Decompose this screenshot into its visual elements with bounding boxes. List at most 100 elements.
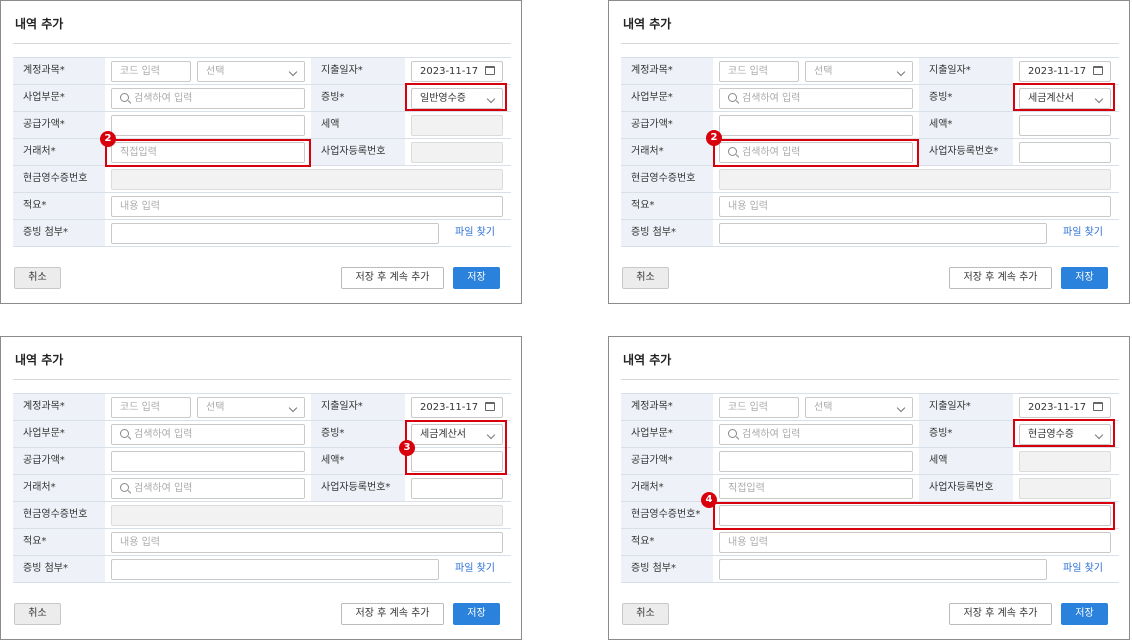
save-button[interactable]: 저장 [1061,603,1108,625]
calendar-icon[interactable] [485,66,495,75]
evidence-value: 현금영수증 [1028,429,1074,440]
account-select-value: 선택 [206,402,225,413]
evidence-select[interactable]: 현금영수증 [1019,424,1111,445]
division-placeholder: 검색하여 입력 [134,429,193,440]
save-button[interactable]: 저장 [1061,267,1108,289]
date-input[interactable]: 2023-11-17 [411,61,503,82]
calendar-icon[interactable] [485,402,495,411]
row-supply-tax: 공급가액* 세액* [621,112,1119,139]
division-search-input[interactable]: 검색하여 입력 [111,424,305,445]
supply-amount-input[interactable] [719,451,913,472]
date-input[interactable]: 2023-11-17 [411,397,503,418]
account-select[interactable]: 선택 [805,397,913,418]
attach-input[interactable] [719,223,1047,244]
label-vendor: 거래처* [13,139,105,165]
attach-input[interactable] [111,223,439,244]
date-value: 2023-11-17 [420,402,479,413]
save-continue-button[interactable]: 저장 후 계속 추가 [341,603,444,625]
cashno-input[interactable] [719,505,1111,526]
find-file-link[interactable]: 파일 찾기 [455,556,495,582]
dialog-title: 내역 추가 [15,17,64,31]
panel-tax-invoice-tax: 내역 추가 계정과목* 코드 입력 선택 지출일자* 2023-11-17 사업… [0,336,522,640]
account-code-input[interactable]: 코드 입력 [111,397,191,418]
dialog-title: 내역 추가 [15,353,64,367]
step-badge: 2 [100,131,116,147]
label-division: 사업부문* [621,85,713,111]
chevron-down-icon [1094,94,1104,104]
account-select[interactable]: 선택 [197,397,305,418]
evidence-select[interactable]: 일반영수증 [411,88,503,109]
bizno-input[interactable] [411,478,503,499]
label-bizno: 사업자등록번호* [311,475,405,501]
dialog-title: 내역 추가 [623,353,672,367]
account-code-input[interactable]: 코드 입력 [719,61,799,82]
label-supply: 공급가액* [13,112,105,138]
label-attach: 증빙 첨부* [13,556,105,582]
memo-input[interactable]: 내용 입력 [111,532,503,553]
row-attach: 증빙 첨부* 파일 찾기 [13,220,511,247]
search-icon [728,429,737,438]
evidence-select[interactable]: 세금계산서 [411,424,503,445]
evidence-value: 세금계산서 [1028,93,1074,104]
evidence-select[interactable]: 세금계산서 [1019,88,1111,109]
vendor-input[interactable]: 직접입력 [719,478,913,499]
row-attach: 증빙 첨부* 파일 찾기 [621,556,1119,583]
label-tax: 세액 [311,112,405,138]
supply-amount-input[interactable] [719,115,913,136]
tax-input[interactable] [411,451,503,472]
find-file-link[interactable]: 파일 찾기 [1063,556,1103,582]
vendor-search-input[interactable]: 검색하여 입력 [719,142,913,163]
label-supply: 공급가액* [621,112,713,138]
division-search-input[interactable]: 검색하여 입력 [719,88,913,109]
cashno-input [719,169,1111,190]
account-select[interactable]: 선택 [805,61,913,82]
division-search-input[interactable]: 검색하여 입력 [111,88,305,109]
cancel-button[interactable]: 취소 [14,267,61,289]
find-file-link[interactable]: 파일 찾기 [1063,220,1103,246]
evidence-value: 일반영수증 [420,93,466,104]
attach-input[interactable] [111,559,439,580]
cancel-button[interactable]: 취소 [14,603,61,625]
supply-amount-input[interactable] [111,115,305,136]
entry-form: 계정과목* 코드 입력 선택 지출일자* 2023-11-17 사업부문* 검색… [621,57,1119,247]
save-continue-button[interactable]: 저장 후 계속 추가 [341,267,444,289]
search-icon [120,429,129,438]
label-memo: 적요* [621,193,713,219]
vendor-search-input[interactable]: 검색하여 입력 [111,478,305,499]
search-icon [728,93,737,102]
calendar-icon[interactable] [1093,402,1103,411]
save-continue-button[interactable]: 저장 후 계속 추가 [949,267,1052,289]
account-select[interactable]: 선택 [197,61,305,82]
account-code-input[interactable]: 코드 입력 [719,397,799,418]
save-button[interactable]: 저장 [453,267,500,289]
save-continue-button[interactable]: 저장 후 계속 추가 [949,603,1052,625]
tax-input[interactable] [1019,115,1111,136]
label-vendor: 거래처* [13,475,105,501]
bizno-input[interactable] [1019,142,1111,163]
attach-input[interactable] [719,559,1047,580]
memo-input[interactable]: 내용 입력 [111,196,503,217]
date-input[interactable]: 2023-11-17 [1019,397,1111,418]
supply-amount-input[interactable] [111,451,305,472]
label-cashno: 현금영수증번호* [621,502,713,528]
calendar-icon[interactable] [1093,66,1103,75]
step-badge: 2 [706,130,722,146]
account-code-input[interactable]: 코드 입력 [111,61,191,82]
row-account-date: 계정과목* 코드 입력 선택 지출일자* 2023-11-17 [621,394,1119,421]
account-select-value: 선택 [814,66,833,77]
memo-input[interactable]: 내용 입력 [719,532,1111,553]
label-date: 지출일자* [311,394,405,420]
cancel-button[interactable]: 취소 [622,267,669,289]
label-cashno: 현금영수증번호 [13,502,105,528]
step-badge: 3 [399,440,415,456]
vendor-input[interactable]: 직접입력 [111,142,305,163]
memo-input[interactable]: 내용 입력 [719,196,1111,217]
date-input[interactable]: 2023-11-17 [1019,61,1111,82]
row-cashno: 현금영수증번호 [13,166,511,193]
cancel-button[interactable]: 취소 [622,603,669,625]
find-file-link[interactable]: 파일 찾기 [455,220,495,246]
division-search-input[interactable]: 검색하여 입력 [719,424,913,445]
label-evidence: 증빙* [919,85,1013,111]
save-button[interactable]: 저장 [453,603,500,625]
step-badge: 4 [701,492,717,508]
